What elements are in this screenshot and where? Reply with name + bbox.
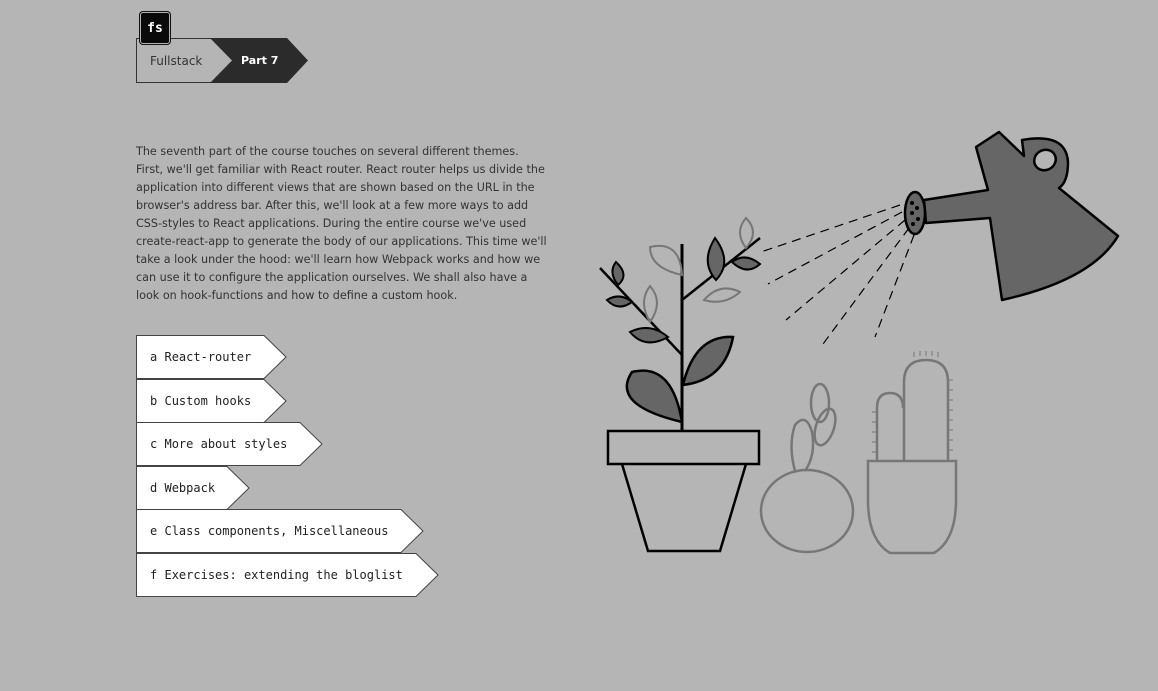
black-pot-icon [606, 429, 761, 553]
breadcrumb-fullstack-label: Fullstack [150, 53, 203, 68]
fullstack-logo[interactable]: fs [141, 13, 169, 43]
subpart-letter: c [150, 437, 158, 451]
subpart-title: Webpack [164, 480, 216, 495]
subpart-title: More about styles [164, 437, 288, 451]
subpart-title: React-router [164, 350, 252, 364]
subpart-label: e Class components, Miscellaneous [150, 509, 388, 553]
watering-can-icon [903, 130, 1120, 302]
subpart-title: Exercises: extending the bloglist [164, 567, 403, 582]
subpart-letter: d [150, 480, 158, 495]
leafy-plant-icon [599, 216, 762, 432]
round-cactus-icon [759, 382, 855, 554]
subpart-letter: e [150, 524, 158, 538]
subpart-label: b Custom hooks [150, 379, 251, 423]
subpart-title: Custom hooks [164, 393, 252, 408]
logo-text: fs [147, 20, 163, 36]
part-intro-text: The seventh part of the course touches o… [136, 145, 547, 302]
subpart-title: Class components, Miscellaneous [164, 524, 389, 538]
subpart-letter: f [150, 567, 158, 582]
water-spray-lines [757, 204, 915, 345]
subpart-letter: b [150, 393, 158, 408]
watering-plants-illustration [599, 130, 1120, 555]
subpart-label: a React-router [150, 335, 251, 379]
breadcrumb-part-label: Part 7 [241, 54, 279, 67]
subpart-label: c More about styles [150, 422, 287, 466]
subpart-letter: a [150, 350, 158, 364]
tall-cactus-icon [866, 351, 958, 555]
subpart-label: f Exercises: extending the bloglist [150, 553, 403, 597]
subpart-label: d Webpack [150, 466, 215, 510]
